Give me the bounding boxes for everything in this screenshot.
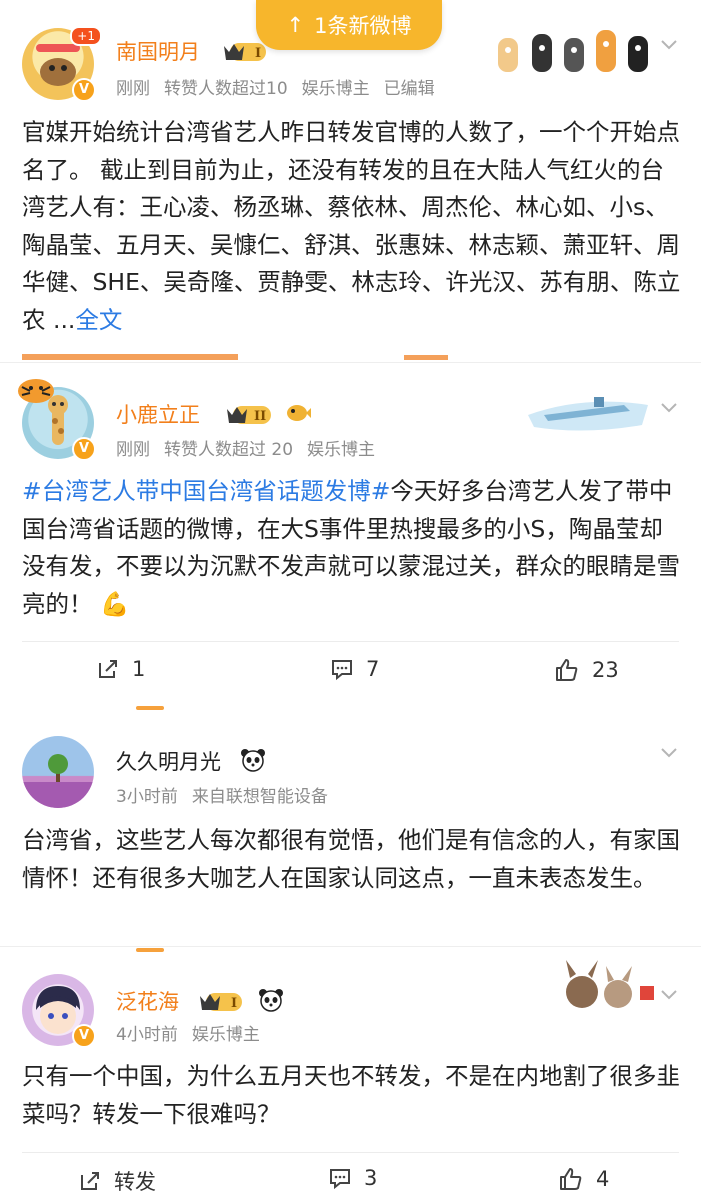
post-text-content: 官媒开始统计台湾省艺人昨日转发官博的人数了，一个个开始点名了。 截止到目前为止，… (22, 118, 681, 334)
repost-info: 转赞人数超过10 (164, 79, 288, 99)
divider (22, 641, 679, 642)
author-name[interactable]: 南国明月 (116, 36, 200, 66)
svg-text:II: II (254, 409, 266, 424)
post-text: 只有一个中国，为什么五月天也不转发，不是在内地割了很多韭菜吗？转发一下很难吗？ (22, 1062, 680, 1128)
repost-icon (99, 660, 117, 678)
comment-button[interactable]: 7 (330, 657, 379, 681)
comment-button[interactable]: 3 (328, 1166, 377, 1190)
verified-badge-icon: V (72, 437, 96, 461)
post-meta: 刚刚 转赞人数超过10 娱乐博主 已编辑 (116, 74, 449, 99)
post-meta: 3小时前 来自联想智能设备 (116, 782, 342, 807)
like-button[interactable]: 4 (558, 1166, 609, 1192)
notification-badge: +1 (70, 26, 102, 46)
chevron-down-icon[interactable] (659, 397, 679, 417)
repost-button[interactable]: 转发 (78, 1166, 156, 1196)
post-1: V +1 南国明月 I 刚刚 转赞人数超过10 娱乐博主 已编辑 官媒开始统计台湾省艺… (0, 0, 701, 360)
arrow-up-icon: ↑ (286, 13, 305, 37)
truncated-image-strip-2 (404, 355, 448, 360)
timestamp: 刚刚 (116, 440, 150, 460)
avatar[interactable]: V (22, 974, 96, 1048)
avatar[interactable]: V +1 (22, 26, 102, 102)
author-name[interactable]: 久久明月光 (116, 746, 221, 776)
new-weibo-toast[interactable]: ↑ 1条新微博 (256, 0, 442, 50)
verified-badge-icon: V (72, 1024, 96, 1048)
author-tag: 娱乐博主 (301, 79, 370, 99)
chevron-down-icon[interactable] (659, 34, 679, 54)
svg-text:I: I (255, 46, 261, 61)
panda-icon (241, 749, 265, 772)
device-source: 来自联想智能设备 (191, 787, 328, 807)
author-tag: 娱乐博主 (307, 440, 376, 460)
like-count: 23 (592, 658, 619, 682)
divider (22, 1152, 679, 1153)
panda-icon (259, 989, 283, 1012)
post-2: V 小鹿立正 II 刚刚 转赞人数超过 20 娱乐博主 #台湾艺人带中国台湾省话题发… (0, 362, 701, 699)
crown-level-icon: I (200, 993, 242, 1011)
section-divider (0, 698, 701, 706)
author-name[interactable]: 小鹿立正 (116, 399, 200, 429)
timestamp: 3小时前 (116, 787, 178, 807)
timestamp: 4小时前 (116, 1025, 178, 1045)
timestamp: 刚刚 (116, 79, 150, 99)
bunny-characters-decoration-icon (566, 960, 654, 1008)
avatar[interactable]: V (18, 379, 96, 461)
expand-full-text-link[interactable]: 全文 (75, 306, 122, 334)
repost-info: 转赞人数超过 20 (164, 440, 294, 460)
chevron-down-icon[interactable] (659, 742, 679, 762)
verified-badge-icon: V (72, 78, 96, 102)
repost-label: 转发 (114, 1170, 156, 1194)
lavender-field-avatar-icon (22, 754, 94, 808)
tiger-decoration-icon (18, 379, 54, 403)
repost-button[interactable]: 1 (96, 657, 145, 681)
author-name[interactable]: 泛花海 (116, 986, 179, 1016)
thumbs-up-icon (556, 659, 578, 681)
avatar[interactable] (22, 736, 94, 808)
section-divider (0, 946, 701, 947)
post-text: #台湾艺人带中国台湾省话题发博#今天好多台湾艺人发了带中国台湾省话题的微博，在大… (22, 473, 682, 623)
post-3: V 泛花海 I 4小时前 娱乐博主 只有一个中国，为什么五月天也不转发，不是在内地… (0, 954, 701, 1200)
comment-icon (332, 660, 352, 681)
comment-count: 7 (366, 657, 380, 681)
repost-icon (81, 1172, 99, 1190)
post-meta: 刚刚 转赞人数超过 20 娱乐博主 (116, 435, 389, 460)
flexed-biceps-emoji: 💪 (99, 589, 130, 618)
toast-label: 1条新微博 (314, 14, 412, 38)
comment-text: 台湾省，这些艺人每次都很有觉悟，他们是有信念的人，有家国情怀！还有很多大咖艺人在… (22, 826, 680, 892)
comment-1: 久久明月光 3小时前 来自联想智能设备 台湾省，这些艺人每次都很有觉悟，他们是有信… (0, 712, 701, 948)
aircraft-carrier-decoration-icon (528, 397, 648, 431)
svg-text:I: I (231, 996, 237, 1011)
post-meta: 4小时前 娱乐博主 (116, 1020, 274, 1045)
pufferfish-icon (287, 405, 311, 421)
topic-link[interactable]: #台湾艺人带中国台湾省话题发博# (22, 477, 390, 505)
crown-level-icon: II (227, 406, 271, 424)
cat-paws-decoration-icon (498, 30, 648, 72)
orange-indicator (136, 706, 164, 710)
comment-count: 3 (364, 1166, 378, 1190)
chevron-down-icon[interactable] (659, 984, 679, 1004)
edited-label: 已编辑 (383, 79, 435, 99)
orange-indicator (136, 948, 164, 952)
thumbs-up-icon (560, 1168, 582, 1190)
post-text: 官媒开始统计台湾省艺人昨日转发官博的人数了，一个个开始点名了。 截止到目前为止，… (22, 114, 682, 339)
like-button[interactable]: 23 (554, 657, 619, 683)
truncated-image-strip (22, 354, 238, 360)
repost-count: 1 (132, 657, 146, 681)
author-tag: 娱乐博主 (191, 1025, 260, 1045)
like-count: 4 (596, 1167, 610, 1191)
comment-icon (330, 1169, 350, 1190)
